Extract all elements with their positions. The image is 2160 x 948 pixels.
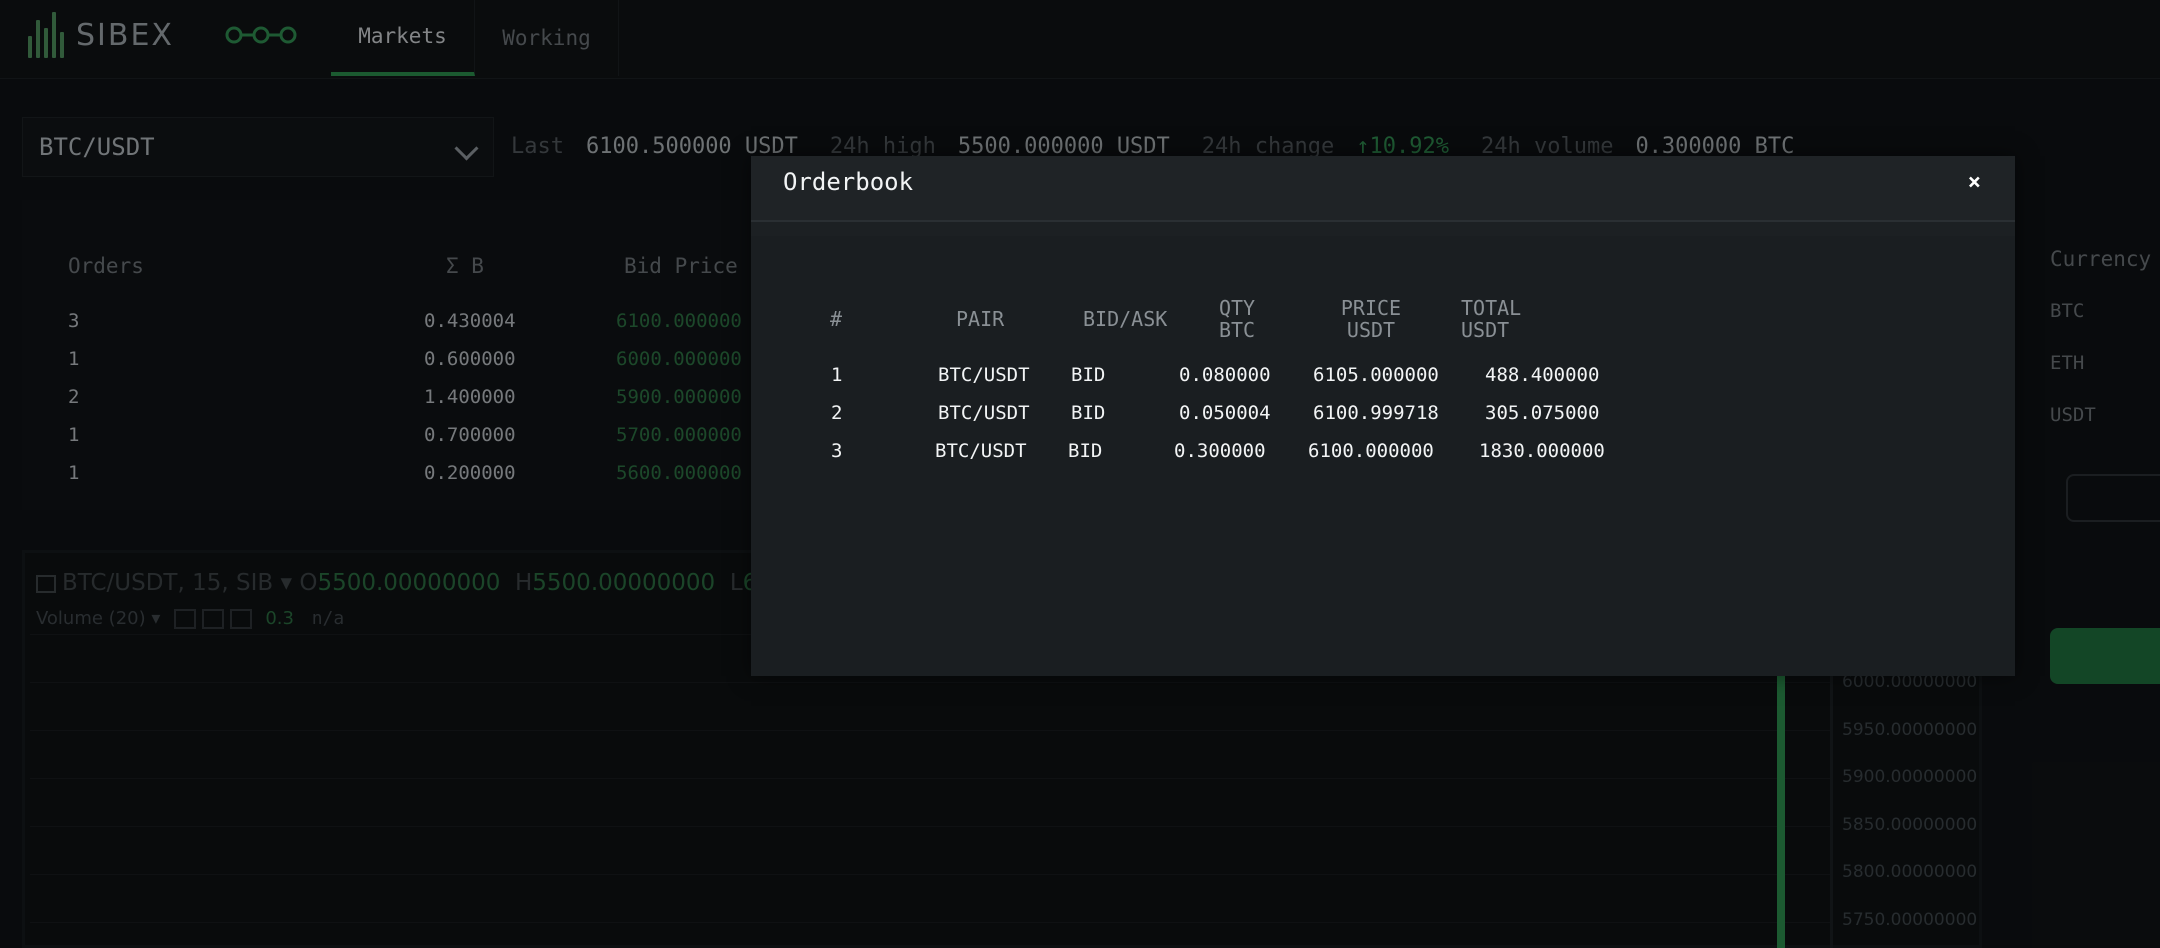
row-qty: 0.050004 <box>1179 402 1271 424</box>
row-total: 1830.000000 <box>1479 440 1605 462</box>
row-total: 305.075000 <box>1485 402 1600 424</box>
col-total-unit: USDT <box>1461 318 1510 342</box>
col-price-label: PRICE <box>1340 296 1402 320</box>
col-side-header: BID/ASK <box>1083 307 1168 331</box>
col-qty-header: QTY BTC <box>1209 297 1265 341</box>
row-total: 488.400000 <box>1485 364 1600 386</box>
row-side: BID <box>1071 402 1106 424</box>
modal-title: Orderbook <box>783 168 914 196</box>
row-price: 6100.999718 <box>1313 402 1439 424</box>
row-pair: BTC/USDT <box>938 364 1030 386</box>
row-num: 2 <box>831 402 843 424</box>
col-price-unit: USDT <box>1346 318 1396 342</box>
row-price: 6100.000000 <box>1308 440 1434 462</box>
close-icon[interactable]: × <box>1968 170 1981 195</box>
row-num: 1 <box>831 364 843 386</box>
row-side: BID <box>1068 440 1103 462</box>
row-pair: BTC/USDT <box>938 402 1030 424</box>
modal-header: Orderbook × <box>751 156 2015 222</box>
col-qty-unit: BTC <box>1218 318 1256 342</box>
col-price-header: PRICE USDT <box>1333 297 1409 341</box>
row-qty: 0.080000 <box>1179 364 1271 386</box>
orderbook-modal: Orderbook × # PAIR BID/ASK QTY BTC PRICE… <box>751 156 2015 676</box>
row-side: BID <box>1071 364 1106 386</box>
col-pair-header: PAIR <box>956 307 1005 331</box>
row-price: 6105.000000 <box>1313 364 1439 386</box>
col-total-label: TOTAL <box>1461 296 1522 320</box>
modal-divider <box>751 222 2015 236</box>
row-pair: BTC/USDT <box>935 440 1027 462</box>
row-qty: 0.300000 <box>1174 440 1266 462</box>
row-num: 3 <box>831 440 843 462</box>
col-total-header: TOTAL USDT <box>1461 297 1521 341</box>
col-qty-label: QTY <box>1218 296 1256 320</box>
col-num-header: # <box>830 307 843 331</box>
